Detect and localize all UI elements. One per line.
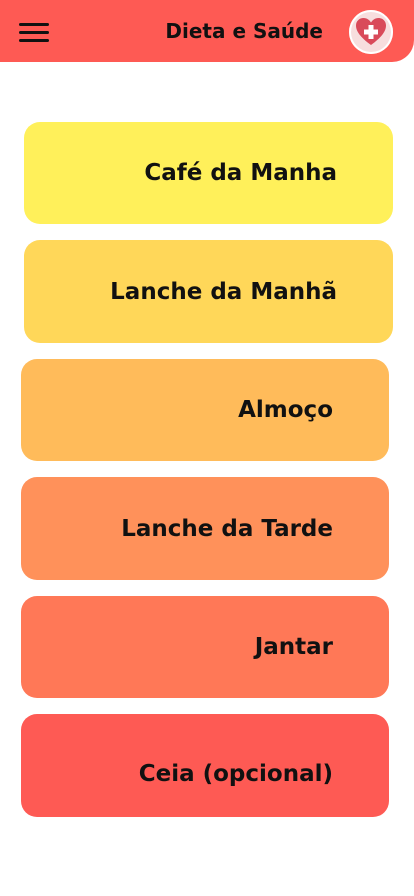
app-header: Dieta e Saúde [0, 0, 414, 62]
meal-label: Almoço [238, 397, 333, 423]
meal-label: Ceia (opcional) [138, 760, 333, 787]
app-title: Dieta e Saúde [165, 19, 323, 43]
meal-label: Lanche da Manhã [110, 278, 337, 305]
meal-label: Lanche da Tarde [121, 515, 333, 542]
meal-card-lanche-da-manha[interactable]: Lanche da Manhã [24, 240, 393, 343]
meal-label: Café da Manha [144, 160, 337, 186]
heart-plus-icon [349, 10, 393, 54]
meal-card-ceia[interactable]: Ceia (opcional) [21, 714, 389, 817]
meal-card-jantar[interactable]: Jantar [21, 596, 389, 698]
meal-card-almoco[interactable]: Almoço [21, 359, 389, 461]
meal-label: Jantar [254, 634, 333, 660]
meal-card-cafe-da-manha[interactable]: Café da Manha [24, 122, 393, 224]
meal-card-lanche-da-tarde[interactable]: Lanche da Tarde [21, 477, 389, 580]
hamburger-menu-icon[interactable] [14, 16, 54, 48]
